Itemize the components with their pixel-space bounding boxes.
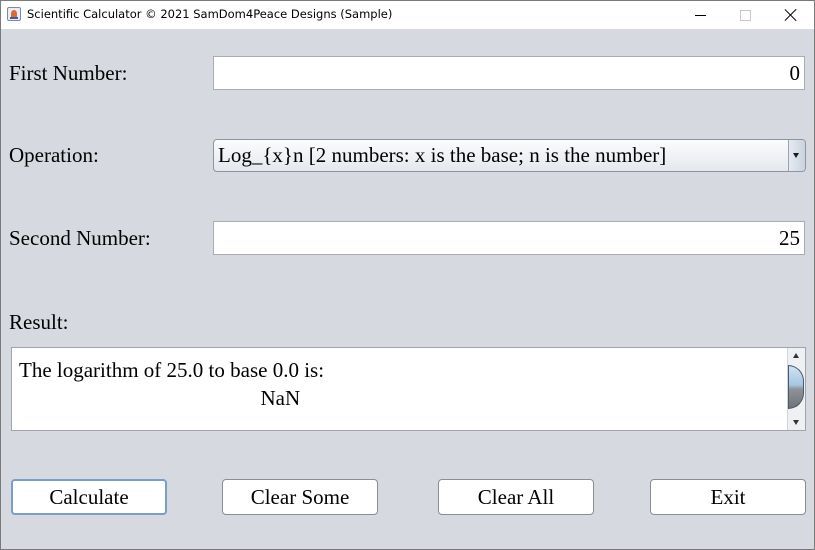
calculate-button[interactable]: Calculate xyxy=(11,479,167,515)
close-button[interactable] xyxy=(768,1,814,29)
first-number-label: First Number: xyxy=(9,61,128,85)
result-scrollbar[interactable] xyxy=(787,348,805,430)
second-number-label: Second Number: xyxy=(9,226,151,250)
clear-some-button[interactable]: Clear Some xyxy=(222,479,378,515)
java-app-icon xyxy=(7,7,21,21)
title-bar[interactable]: Scientific Calculator © 2021 SamDom4Peac… xyxy=(1,1,814,29)
operation-select[interactable]: Log_{x}n [2 numbers: x is the base; n is… xyxy=(213,139,806,172)
window-title: Scientific Calculator © 2021 SamDom4Peac… xyxy=(27,7,393,21)
minimize-icon xyxy=(694,14,706,16)
operation-selected-value: Log_{x}n [2 numbers: x is the base; n is… xyxy=(218,143,667,167)
clear-all-button[interactable]: Clear All xyxy=(438,479,594,515)
close-icon xyxy=(784,8,798,22)
chevron-down-icon[interactable] xyxy=(788,140,805,171)
scroll-down-arrow-icon[interactable] xyxy=(788,416,805,430)
maximize-icon xyxy=(739,9,751,21)
result-textarea[interactable]: The logarithm of 25.0 to base 0.0 is: Na… xyxy=(11,347,806,431)
exit-button[interactable]: Exit xyxy=(650,479,806,515)
calculator-window: Scientific Calculator © 2021 SamDom4Peac… xyxy=(0,0,815,550)
first-number-input[interactable] xyxy=(213,56,805,90)
operation-label: Operation: xyxy=(9,143,99,167)
result-text: The logarithm of 25.0 to base 0.0 is: Na… xyxy=(19,358,325,410)
maximize-button[interactable] xyxy=(722,1,768,29)
minimize-button[interactable] xyxy=(677,1,723,29)
second-number-input[interactable] xyxy=(213,221,805,255)
scroll-up-arrow-icon[interactable] xyxy=(788,348,805,362)
result-label: Result: xyxy=(9,310,69,334)
scrollbar-thumb[interactable] xyxy=(788,365,804,409)
